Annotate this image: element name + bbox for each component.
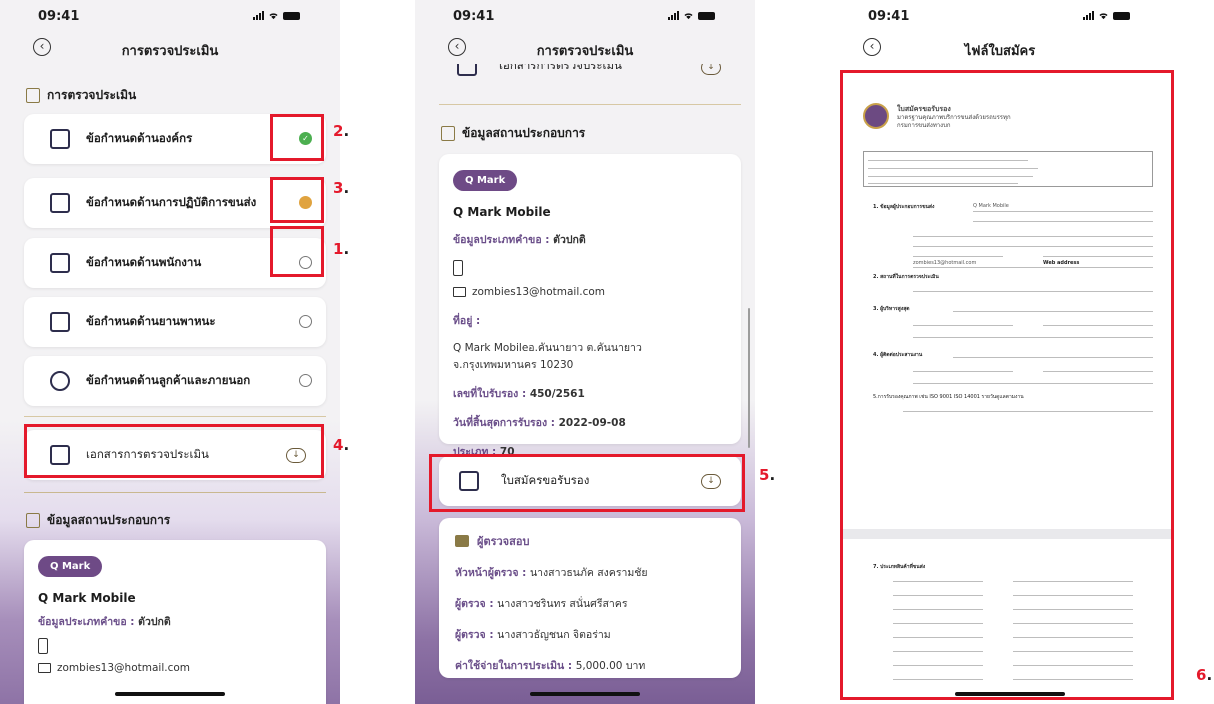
lead-inspector: หัวหน้าผู้ตรวจ : นางสาวธนภัค สงครามชัย xyxy=(455,567,648,579)
section-header-assessment: การตรวจประเมิน xyxy=(26,86,136,105)
building-small-icon xyxy=(441,126,455,141)
doc-section-7: 7. ประเภทสินค้าที่ขนส่ง xyxy=(873,564,926,570)
phone-icon xyxy=(453,260,463,276)
qmark-badge: Q Mark xyxy=(38,556,103,577)
home-indicator xyxy=(955,692,1065,696)
status-empty-icon xyxy=(299,315,312,328)
inspector-2: ผู้ตรวจ : นางสาวธัญชนก จิตอร่าม xyxy=(455,629,611,641)
company-name: Q Mark Mobile xyxy=(38,591,136,605)
annotation-2: 2. xyxy=(333,122,350,140)
annotation-5: 5. xyxy=(759,466,776,484)
scrolled-item-partial: เอกสารการตรวจประเมิน ↓ xyxy=(439,64,741,78)
document-user-icon xyxy=(457,64,477,76)
page-title: การตรวจประเมิน xyxy=(536,44,634,59)
truck-icon xyxy=(50,312,70,332)
document-icon xyxy=(26,88,40,103)
doc-section-2: 2. สถานที่ในการตรวจประเมิน xyxy=(873,274,939,280)
screen-assessment-list: 09:41 ‹ การตรวจประเมิน การตรวจประเมิน ข้… xyxy=(0,0,340,704)
doc-section-5: 5.การรับรองคุณภาพ เช่น ISO 9001 ISO 1400… xyxy=(873,394,1024,400)
status-time: 09:41 xyxy=(868,9,910,24)
status-bar: 09:41 xyxy=(415,0,755,34)
screen-application-file: 09:41 ‹ ไฟล์ใบสมัคร ใบสมัครขอรับรอง มาตร… xyxy=(830,0,1190,704)
signal-icon xyxy=(668,11,679,20)
signal-icon xyxy=(1083,11,1094,20)
highlight-box-4 xyxy=(24,424,324,478)
cert-number: เลขที่ใบรับรอง : 450/2561 xyxy=(453,388,585,400)
cert-expiry: วันที่สิ้นสุดการรับรอง : 2022-09-08 xyxy=(453,417,626,429)
doc-section-3: 3. ผู้บริหารสูงสุด xyxy=(873,306,910,312)
battery-icon xyxy=(1113,12,1130,20)
doc-section-4: 4. ผู้ติดต่อประสานงาน xyxy=(873,352,923,358)
email-row: zombies13@hotmail.com xyxy=(38,662,312,674)
mail-icon xyxy=(38,663,51,673)
battery-icon xyxy=(698,12,715,20)
section-header-operator: ข้อมูลสถานประกอบการ xyxy=(26,511,170,530)
doc-header: ใบสมัครขอรับรอง มาตรฐานคุณภาพบริการขนส่ง… xyxy=(897,105,1011,129)
department-seal-icon xyxy=(863,103,889,129)
status-bar: 09:41 xyxy=(830,0,1190,34)
page-title: การตรวจประเมิน xyxy=(121,44,219,59)
user-circle-icon xyxy=(50,371,70,391)
address-line1: Q Mark Mobileอ.คันนายาว ต.คันนายาว xyxy=(453,342,642,354)
doc-web-label: Web address xyxy=(1043,260,1080,266)
company-name: Q Mark Mobile xyxy=(453,205,551,219)
home-indicator xyxy=(115,692,225,696)
status-time: 09:41 xyxy=(38,9,80,24)
wifi-icon xyxy=(269,13,278,20)
building-small-icon xyxy=(26,513,40,528)
doc-checkbox-block xyxy=(863,151,1153,187)
home-indicator xyxy=(530,692,640,696)
cube-icon xyxy=(50,193,70,213)
request-type: ข้อมูลประเภทคำขอ : ตัวปกติ xyxy=(38,616,171,628)
id-card-icon xyxy=(455,535,469,547)
status-empty-icon xyxy=(299,374,312,387)
highlight-box-3 xyxy=(270,177,324,223)
annotation-1: 1. xyxy=(333,240,350,258)
menu-item-customer[interactable]: ข้อกำหนดด้านลูกค้าและภายนอก xyxy=(24,356,326,406)
signal-icon xyxy=(253,11,264,20)
highlight-box-5 xyxy=(429,454,745,512)
screen-operator-info: 09:41 ‹ การตรวจประเมิน เอกสารการตรวจประเ… xyxy=(415,0,755,704)
email-row: zombies13@hotmail.com xyxy=(453,286,727,298)
request-type: ข้อมูลประเภทคำขอ : ตัวปกติ xyxy=(453,234,586,246)
inspector-1: ผู้ตรวจ : นางสาวชรินทร สนั่นศรีสาคร xyxy=(455,598,628,610)
doc-email-field: zombies13@hotmail.com xyxy=(913,260,977,266)
document-edit-icon xyxy=(50,253,70,273)
address-label: ที่อยู่ : xyxy=(453,315,481,327)
page-break xyxy=(843,529,1171,539)
building-icon xyxy=(50,129,70,149)
divider xyxy=(439,104,741,105)
status-bar: 09:41 xyxy=(0,0,340,34)
status-time: 09:41 xyxy=(453,9,495,24)
page-title: ไฟล์ใบสมัคร xyxy=(964,44,1036,59)
scrollbar[interactable] xyxy=(748,308,750,448)
battery-icon xyxy=(283,12,300,20)
phone-icon xyxy=(38,638,48,654)
annotation-6: 6. xyxy=(1196,666,1213,684)
inspector-header: ผู้ตรวจสอบ xyxy=(455,532,725,550)
assessment-cost: ค่าใช้จ่ายในการประเมิน : 5,000.00 บาท xyxy=(455,660,646,672)
download-icon[interactable]: ↓ xyxy=(701,64,721,75)
inspector-card: ผู้ตรวจสอบ หัวหน้าผู้ตรวจ : นางสาวธนภัค … xyxy=(439,518,741,678)
highlight-box-2 xyxy=(270,114,324,161)
qmark-badge: Q Mark xyxy=(453,170,518,191)
wifi-icon xyxy=(684,13,693,20)
doc-section-1: 1. ข้อมูลผู้ประกอบการขนส่ง xyxy=(873,204,935,210)
divider xyxy=(24,492,326,493)
address-line2: จ.กรุงเทพมหานคร 10230 xyxy=(453,359,574,371)
operator-card: Q Mark Q Mark Mobile ข้อมูลประเภทคำขอ : … xyxy=(24,540,326,704)
menu-item-vehicle[interactable]: ข้อกำหนดด้านยานพาหนะ xyxy=(24,297,326,347)
operator-card: Q Mark Q Mark Mobile ข้อมูลประเภทคำขอ : … xyxy=(439,154,741,458)
annotation-4: 4. xyxy=(333,436,350,454)
section-header-operator: ข้อมูลสถานประกอบการ xyxy=(441,124,585,143)
divider xyxy=(24,416,326,417)
doc-company-field: Q Mark Mobile xyxy=(973,203,1009,209)
wifi-icon xyxy=(1099,13,1108,20)
highlight-box-1 xyxy=(270,226,324,277)
mail-icon xyxy=(453,287,466,297)
pdf-viewer[interactable]: ใบสมัครขอรับรอง มาตรฐานคุณภาพบริการขนส่ง… xyxy=(840,70,1174,700)
annotation-3: 3. xyxy=(333,179,350,197)
